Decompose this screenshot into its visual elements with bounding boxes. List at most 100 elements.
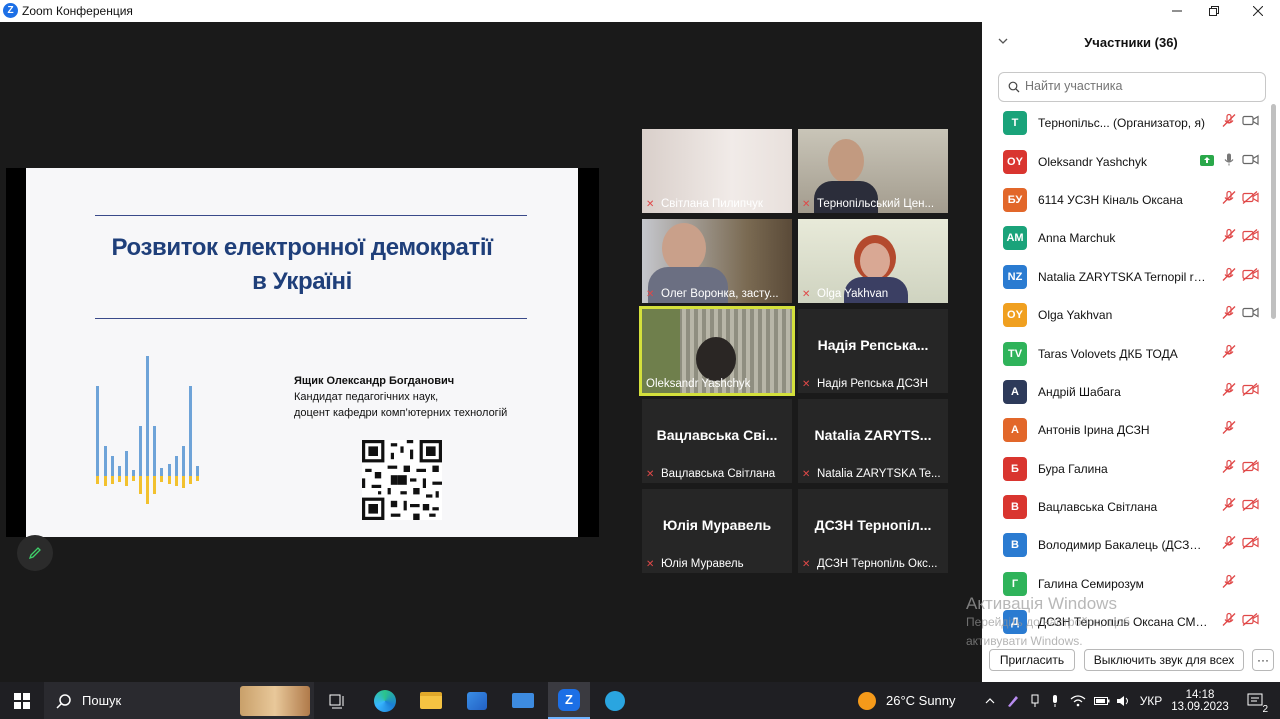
mic-muted-icon[interactable] <box>1222 421 1236 440</box>
mic-muted-icon[interactable] <box>1222 382 1236 401</box>
participants-panel: Участники (36) T Тернопільс... (Организат… <box>982 22 1280 682</box>
mic-muted-icon[interactable] <box>1222 229 1236 248</box>
video-off-icon[interactable] <box>1242 267 1259 286</box>
participant-row[interactable]: NZ Natalia ZARYTSKA Ternopil reg... <box>982 258 1272 296</box>
participant-row[interactable]: Б Бура Галина <box>982 450 1272 488</box>
mic-muted-icon[interactable] <box>1222 497 1236 517</box>
participant-row[interactable]: А Андрій Шабага <box>982 373 1272 411</box>
participant-name: Тернопільс... (Организатор, я) <box>1038 116 1205 131</box>
mic-muted-icon[interactable] <box>1222 344 1236 363</box>
video-tile[interactable]: ДСЗН Тернопіл... ✕ ДСЗН Тернопіль Окс... <box>798 489 948 573</box>
tile-big-name: ДСЗН Тернопіл... <box>814 517 932 533</box>
mic-muted-icon[interactable] <box>1222 267 1236 286</box>
tile-name: ДСЗН Тернопіль Окс... <box>817 558 938 570</box>
language-indicator[interactable]: УКР <box>1136 682 1166 719</box>
avatar: Б <box>1003 456 1027 481</box>
participant-search[interactable] <box>998 72 1266 102</box>
participant-row[interactable]: OY Olga Yakhvan <box>982 296 1272 334</box>
clock[interactable]: 14:18 13.09.2023 <box>1168 682 1232 719</box>
device-tray-icon[interactable] <box>1026 682 1044 719</box>
mute-all-button[interactable]: Выключить звук для всех <box>1084 649 1244 671</box>
mail-taskbar-button[interactable] <box>504 682 542 719</box>
window-title: Zoom Конференция <box>22 4 133 18</box>
microphone-icon[interactable] <box>1222 152 1236 171</box>
participant-name: Антонів Ірина ДСЗН <box>1038 423 1150 438</box>
video-off-icon[interactable] <box>1242 229 1259 248</box>
video-camera-icon[interactable] <box>1242 152 1259 171</box>
windows-logo-icon <box>14 692 30 709</box>
maximize-button[interactable] <box>1192 0 1236 22</box>
usb-icon <box>1031 694 1039 707</box>
participant-row[interactable]: T Тернопільс... (Организатор, я) <box>982 104 1272 142</box>
participant-name: Володимир Бакалець (ДСЗН Т... <box>1038 538 1210 553</box>
file-explorer-button[interactable] <box>412 682 450 719</box>
more-options-button[interactable]: ··· <box>1252 649 1274 671</box>
volume-tray-icon[interactable] <box>1114 682 1134 719</box>
mic-muted-icon[interactable] <box>1222 114 1236 133</box>
participant-row[interactable]: БУ 6114 УСЗН Кіналь Оксана <box>982 181 1272 219</box>
mic-muted-icon[interactable] <box>1222 190 1236 209</box>
video-tile[interactable]: ✕ Тернопільський Цен... <box>798 129 948 213</box>
weather-text: 26°C Sunny <box>886 693 956 708</box>
video-tile[interactable]: Вацлавська Сві... ✕ Вацлавська Світлана <box>642 399 792 483</box>
pen-icon <box>1008 695 1018 707</box>
invite-button[interactable]: Пригласить <box>989 649 1075 671</box>
clock-time: 14:18 <box>1185 688 1215 701</box>
video-off-icon[interactable] <box>1242 613 1259 632</box>
participant-row[interactable]: OY Oleksandr Yashchyk <box>982 142 1272 180</box>
notifications-button[interactable]: 2 <box>1238 682 1274 719</box>
video-tile[interactable]: Юлія Муравель ✕ Юлія Муравель <box>642 489 792 573</box>
task-view-button[interactable] <box>322 682 354 719</box>
network-tray-icon[interactable] <box>1068 682 1088 719</box>
zoom-taskbar-button[interactable]: Z <box>548 682 590 719</box>
participant-row[interactable]: В Вацлавська Світлана <box>982 488 1272 526</box>
meet-tray-icon[interactable] <box>1046 682 1064 719</box>
start-button[interactable] <box>0 682 44 719</box>
mic-muted-icon: ✕ <box>646 289 655 300</box>
pen-tray-icon[interactable] <box>1004 682 1022 719</box>
video-off-icon[interactable] <box>1242 536 1259 555</box>
participant-name: Taras Volovets ДКБ ТОДА <box>1038 346 1178 361</box>
notification-count: 2 <box>1262 704 1268 715</box>
shared-screen[interactable]: Розвиток електронної демократії в Україн… <box>6 168 599 537</box>
battery-tray-icon[interactable] <box>1092 682 1112 719</box>
video-camera-icon[interactable] <box>1242 306 1259 325</box>
video-tile[interactable]: ✕ Olga Yakhvan <box>798 219 948 303</box>
taskbar-search[interactable]: Пошук <box>44 682 314 719</box>
tile-big-name: Вацлавська Сві... <box>656 427 778 443</box>
tile-name: Olga Yakhvan <box>817 288 889 300</box>
search-input[interactable] <box>1025 79 1255 93</box>
video-off-icon[interactable] <box>1242 382 1259 401</box>
edge-taskbar-button[interactable] <box>366 682 404 719</box>
mic-muted-icon[interactable] <box>1222 574 1236 593</box>
video-tile[interactable]: ✕ Світлана Пилипчук <box>642 129 792 213</box>
participant-list-scrollbar[interactable] <box>1271 104 1276 319</box>
weather-widget[interactable]: 26°C Sunny <box>858 682 966 719</box>
video-tile[interactable]: Natalia ZARYTS... ✕ Natalia ZARYTSKA Te..… <box>798 399 948 483</box>
show-hidden-icons-button[interactable] <box>982 682 998 719</box>
mic-muted-icon[interactable] <box>1222 536 1236 555</box>
video-off-icon[interactable] <box>1242 459 1259 478</box>
store-taskbar-button[interactable] <box>458 682 496 719</box>
annotate-button[interactable] <box>17 535 53 571</box>
mic-muted-icon[interactable] <box>1222 613 1236 632</box>
close-button[interactable] <box>1236 0 1280 22</box>
video-tile[interactable]: Надія Репська... ✕ Надія Репська ДСЗН <box>798 309 948 393</box>
participant-name: Вацлавська Світлана <box>1038 500 1158 515</box>
panel-header: Участники (36) <box>982 22 1280 62</box>
participant-row[interactable]: А Антонів Ірина ДСЗН <box>982 411 1272 449</box>
video-tile[interactable]: ✕ Олег Воронка, засту... <box>642 219 792 303</box>
video-tile-active-speaker[interactable]: Oleksandr Yashchyk <box>639 306 795 396</box>
video-camera-icon[interactable] <box>1242 114 1259 133</box>
mic-muted-icon[interactable] <box>1222 459 1236 478</box>
participant-name: Oleksandr Yashchyk <box>1038 154 1147 169</box>
participant-row[interactable]: TV Taras Volovets ДКБ ТОДА <box>982 334 1272 372</box>
mic-muted-icon[interactable] <box>1222 306 1236 325</box>
participant-row[interactable]: AM Anna Marchuk <box>982 219 1272 257</box>
video-off-icon[interactable] <box>1242 190 1259 209</box>
search-icon <box>56 693 71 709</box>
video-off-icon[interactable] <box>1242 498 1259 517</box>
avatar: NZ <box>1003 264 1027 289</box>
telegram-taskbar-button[interactable] <box>596 682 634 719</box>
participant-row[interactable]: В Володимир Бакалець (ДСЗН Т... <box>982 526 1272 564</box>
